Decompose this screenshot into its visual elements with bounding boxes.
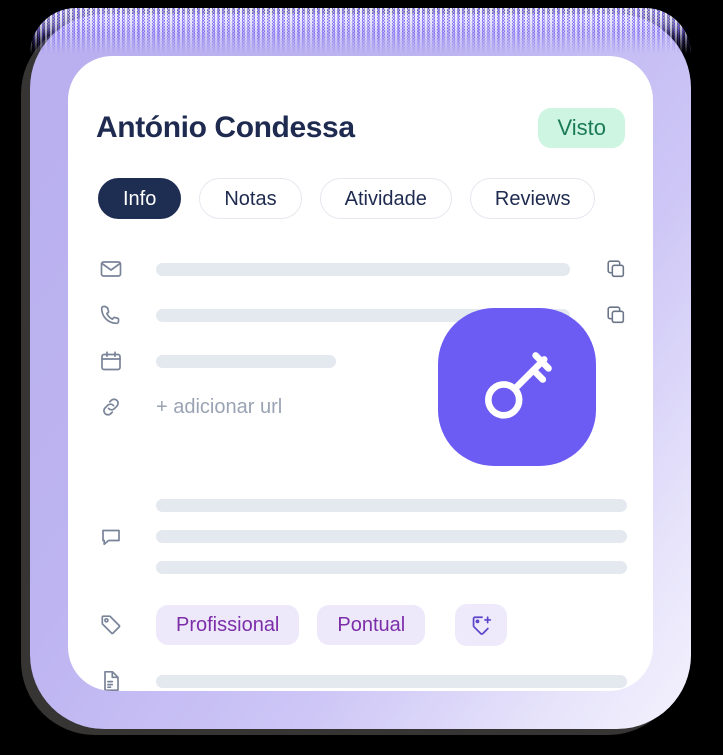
tab-bar: Info Notas Atividade Reviews xyxy=(98,178,596,219)
notes-placeholder-bar[interactable] xyxy=(156,530,627,543)
tab-notas[interactable]: Notas xyxy=(199,178,302,219)
document-icon xyxy=(98,668,124,691)
tab-reviews[interactable]: Reviews xyxy=(469,178,596,219)
copy-icon[interactable] xyxy=(605,258,627,280)
tag-plus-icon xyxy=(472,615,491,635)
email-placeholder-bar[interactable] xyxy=(156,262,570,276)
email-row xyxy=(98,256,627,282)
tag-icon xyxy=(98,612,124,638)
tags-list: Profissional Pontual xyxy=(156,604,508,646)
decorative-frame: António Condessa Visto Info Notas Ativid… xyxy=(0,0,723,755)
notes-row xyxy=(98,499,627,575)
link-icon xyxy=(98,394,124,420)
mail-icon xyxy=(98,256,124,282)
chat-bubble-icon xyxy=(98,524,124,550)
tag-chip[interactable]: Profissional xyxy=(156,605,300,645)
tab-info[interactable]: Info xyxy=(98,178,182,219)
copy-icon[interactable] xyxy=(605,304,627,326)
page-title: António Condessa xyxy=(96,111,355,144)
add-url-link[interactable]: + adicionar url xyxy=(156,396,282,419)
date-placeholder-bar[interactable] xyxy=(156,354,336,368)
card-header: António Condessa Visto xyxy=(96,108,625,148)
calendar-icon xyxy=(98,348,124,374)
tab-atividade[interactable]: Atividade xyxy=(319,178,452,219)
notes-placeholder-bar[interactable] xyxy=(156,561,627,574)
key-badge-overlay[interactable] xyxy=(438,308,596,466)
notes-placeholder-bar[interactable] xyxy=(156,499,627,512)
status-badge: Visto xyxy=(538,108,625,148)
key-icon xyxy=(485,352,552,419)
tags-row: Profissional Pontual xyxy=(98,604,627,646)
document-placeholder-bar[interactable] xyxy=(156,674,627,688)
add-tag-button[interactable] xyxy=(455,604,508,646)
phone-icon xyxy=(98,302,124,328)
tag-chip[interactable]: Pontual xyxy=(317,605,426,645)
document-row xyxy=(98,668,627,691)
contact-card: António Condessa Visto Info Notas Ativid… xyxy=(68,56,653,691)
